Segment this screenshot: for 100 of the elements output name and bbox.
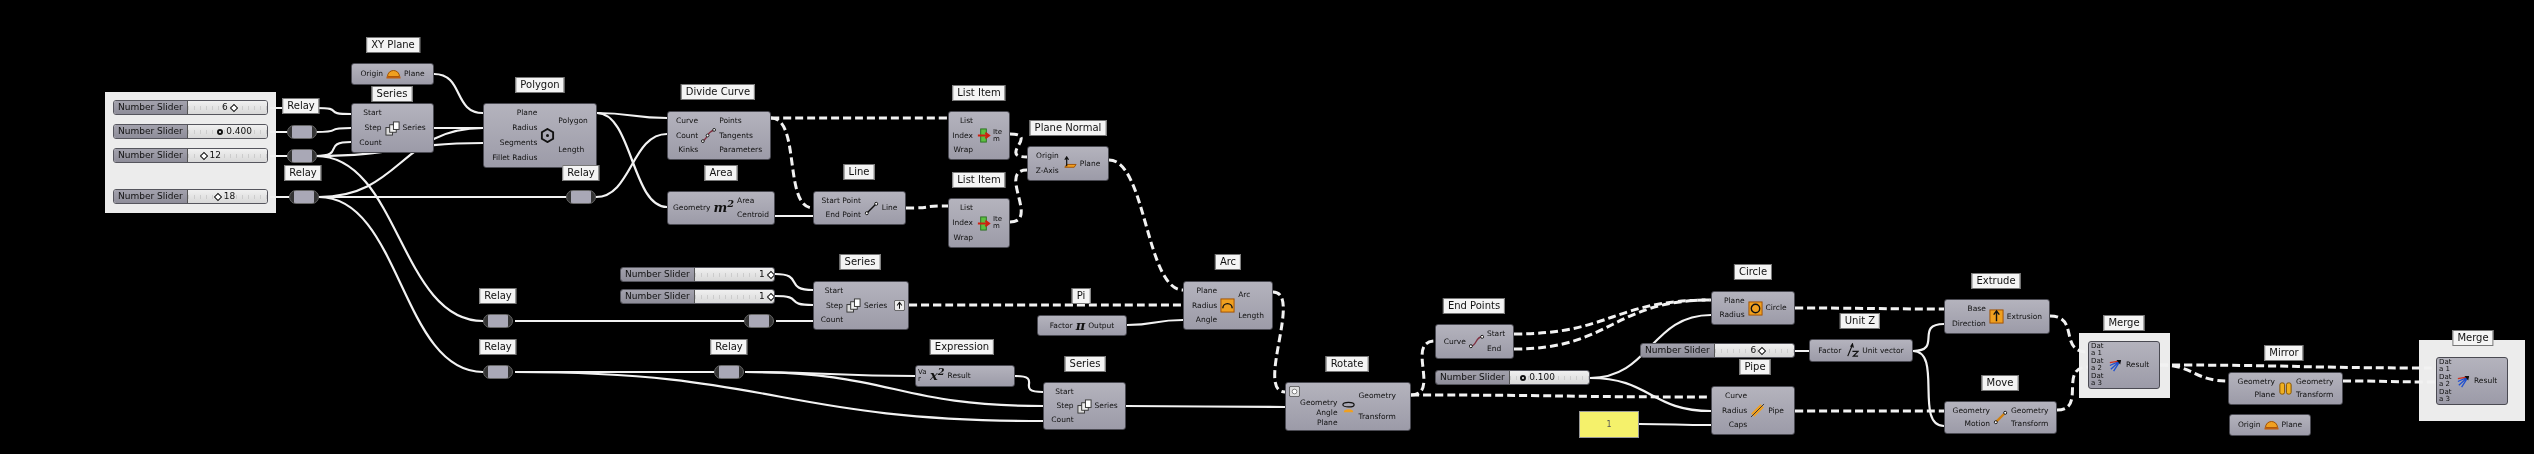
relay-node[interactable] bbox=[287, 125, 317, 139]
slider-value: 0.400 bbox=[226, 125, 252, 138]
list-arrow-icon bbox=[976, 128, 991, 143]
relay-node[interactable] bbox=[289, 190, 319, 204]
dome-icon bbox=[2263, 420, 2279, 430]
slider-value: 6 bbox=[221, 101, 228, 114]
slider-grip[interactable] bbox=[213, 192, 223, 201]
arc-icon bbox=[1220, 298, 1236, 313]
number-slider[interactable]: Number Slider 6 bbox=[1640, 343, 1795, 358]
slider-label: Number Slider bbox=[114, 101, 188, 114]
slider-value: 0.100 bbox=[1529, 371, 1555, 384]
node-label: Plane Normal bbox=[1029, 120, 1107, 136]
node-label: Merge bbox=[2452, 330, 2494, 346]
node-label: XY Plane bbox=[366, 37, 420, 53]
node-label: Series bbox=[371, 86, 413, 102]
node-label: List Item bbox=[952, 172, 1006, 188]
curve-endpoints-icon bbox=[1468, 334, 1484, 349]
relay-node[interactable] bbox=[714, 365, 744, 379]
slider-label: Number Slider bbox=[621, 290, 695, 303]
slider-grip[interactable] bbox=[199, 151, 208, 160]
node-label: Line bbox=[843, 164, 875, 180]
upload-icon[interactable] bbox=[894, 300, 905, 311]
slider-label: Number Slider bbox=[621, 268, 695, 281]
move-arrow-icon bbox=[1993, 410, 2008, 425]
formula-icon: x$^{2}$ bbox=[930, 369, 945, 383]
slider-grip[interactable] bbox=[766, 270, 774, 279]
relay-node[interactable] bbox=[287, 149, 317, 163]
node-label: Expression bbox=[929, 339, 995, 355]
wire bbox=[1795, 349, 1809, 353]
number-slider[interactable]: Number Slider 0.100 bbox=[1435, 370, 1590, 385]
wire bbox=[1127, 318, 1183, 327]
node-label: End Points bbox=[1442, 298, 1506, 314]
node-label: Pi bbox=[1071, 288, 1091, 304]
number-slider[interactable]: Number Slider 6 bbox=[113, 100, 268, 115]
wire bbox=[1639, 422, 1711, 427]
slider-grip[interactable] bbox=[1758, 346, 1767, 355]
wire bbox=[775, 214, 813, 218]
formula-icon: m$^{2}$ bbox=[713, 201, 735, 215]
number-slider[interactable]: Number Slider 0.400 bbox=[113, 124, 268, 139]
dotted-curve-icon bbox=[701, 128, 717, 143]
node-label: Move bbox=[1981, 375, 2019, 391]
slider-value: 12 bbox=[209, 149, 221, 162]
hexagon-icon bbox=[540, 128, 556, 143]
node-label: Polygon bbox=[515, 77, 565, 93]
slider-grip[interactable] bbox=[766, 292, 774, 301]
slider-value: 1 bbox=[759, 268, 765, 281]
line-segment-icon bbox=[863, 200, 879, 216]
number-slider[interactable]: Number Slider 1 bbox=[620, 267, 775, 282]
plane-arrow-icon bbox=[1061, 156, 1077, 171]
extrude-icon bbox=[1988, 309, 2004, 324]
node-label: Pipe bbox=[1739, 359, 1771, 375]
circle-icon bbox=[1747, 300, 1763, 316]
slider-value: 1 bbox=[759, 290, 765, 303]
wire bbox=[774, 294, 814, 307]
formula-icon: π bbox=[1075, 318, 1086, 333]
vector-icon bbox=[1844, 343, 1860, 358]
slider-label: Number Slider bbox=[114, 190, 188, 203]
wire bbox=[776, 319, 813, 323]
relay-node[interactable] bbox=[566, 190, 596, 204]
slider-label: Number Slider bbox=[1641, 344, 1715, 357]
node-label: Arc bbox=[1214, 254, 1242, 270]
slider-label: Number Slider bbox=[114, 125, 188, 138]
node-label: Series bbox=[839, 254, 881, 270]
node-label: Relay bbox=[710, 339, 748, 355]
wire bbox=[270, 195, 289, 199]
node-label: Mirror bbox=[2264, 345, 2304, 361]
note-panel[interactable]: 1 bbox=[1579, 411, 1639, 438]
node-label: Relay bbox=[562, 165, 600, 181]
slider-label: Number Slider bbox=[1436, 371, 1510, 384]
merge-arrows-icon bbox=[2456, 373, 2471, 389]
wire bbox=[270, 154, 287, 158]
stacked-squares-icon bbox=[846, 298, 862, 313]
node-label: Extrude bbox=[1971, 273, 2021, 289]
list-arrow-icon bbox=[976, 215, 991, 231]
node-label: Unit Z bbox=[1839, 313, 1881, 329]
stacked-squares-icon bbox=[1076, 398, 1092, 414]
wire bbox=[433, 72, 484, 115]
node-label: Relay bbox=[282, 98, 320, 114]
pipe-icon bbox=[1750, 403, 1766, 418]
relay-node[interactable] bbox=[483, 314, 513, 328]
mirror-icon bbox=[2278, 381, 2293, 396]
wire bbox=[1009, 168, 1028, 224]
slider-grip[interactable] bbox=[1520, 374, 1527, 381]
slider-grip[interactable] bbox=[229, 103, 238, 112]
node-label: Relay bbox=[479, 288, 517, 304]
number-slider[interactable]: Number Slider 18 bbox=[113, 189, 268, 204]
slider-grip[interactable] bbox=[217, 128, 224, 135]
node-label: Series bbox=[1064, 356, 1106, 372]
number-slider[interactable]: Number Slider 12 bbox=[113, 148, 268, 163]
number-slider[interactable]: Number Slider 1 bbox=[620, 289, 775, 304]
relay-node[interactable] bbox=[744, 314, 774, 328]
node-label: Divide Curve bbox=[680, 84, 756, 100]
toggle-square-icon bbox=[1289, 386, 1300, 398]
dome-icon bbox=[386, 69, 402, 79]
wire bbox=[906, 204, 948, 210]
node-label: Merge bbox=[2103, 315, 2145, 331]
wire bbox=[1009, 132, 1028, 159]
node-label: Circle bbox=[1733, 264, 1773, 280]
relay-node[interactable] bbox=[483, 365, 513, 379]
node-label: List Item bbox=[952, 85, 1006, 101]
